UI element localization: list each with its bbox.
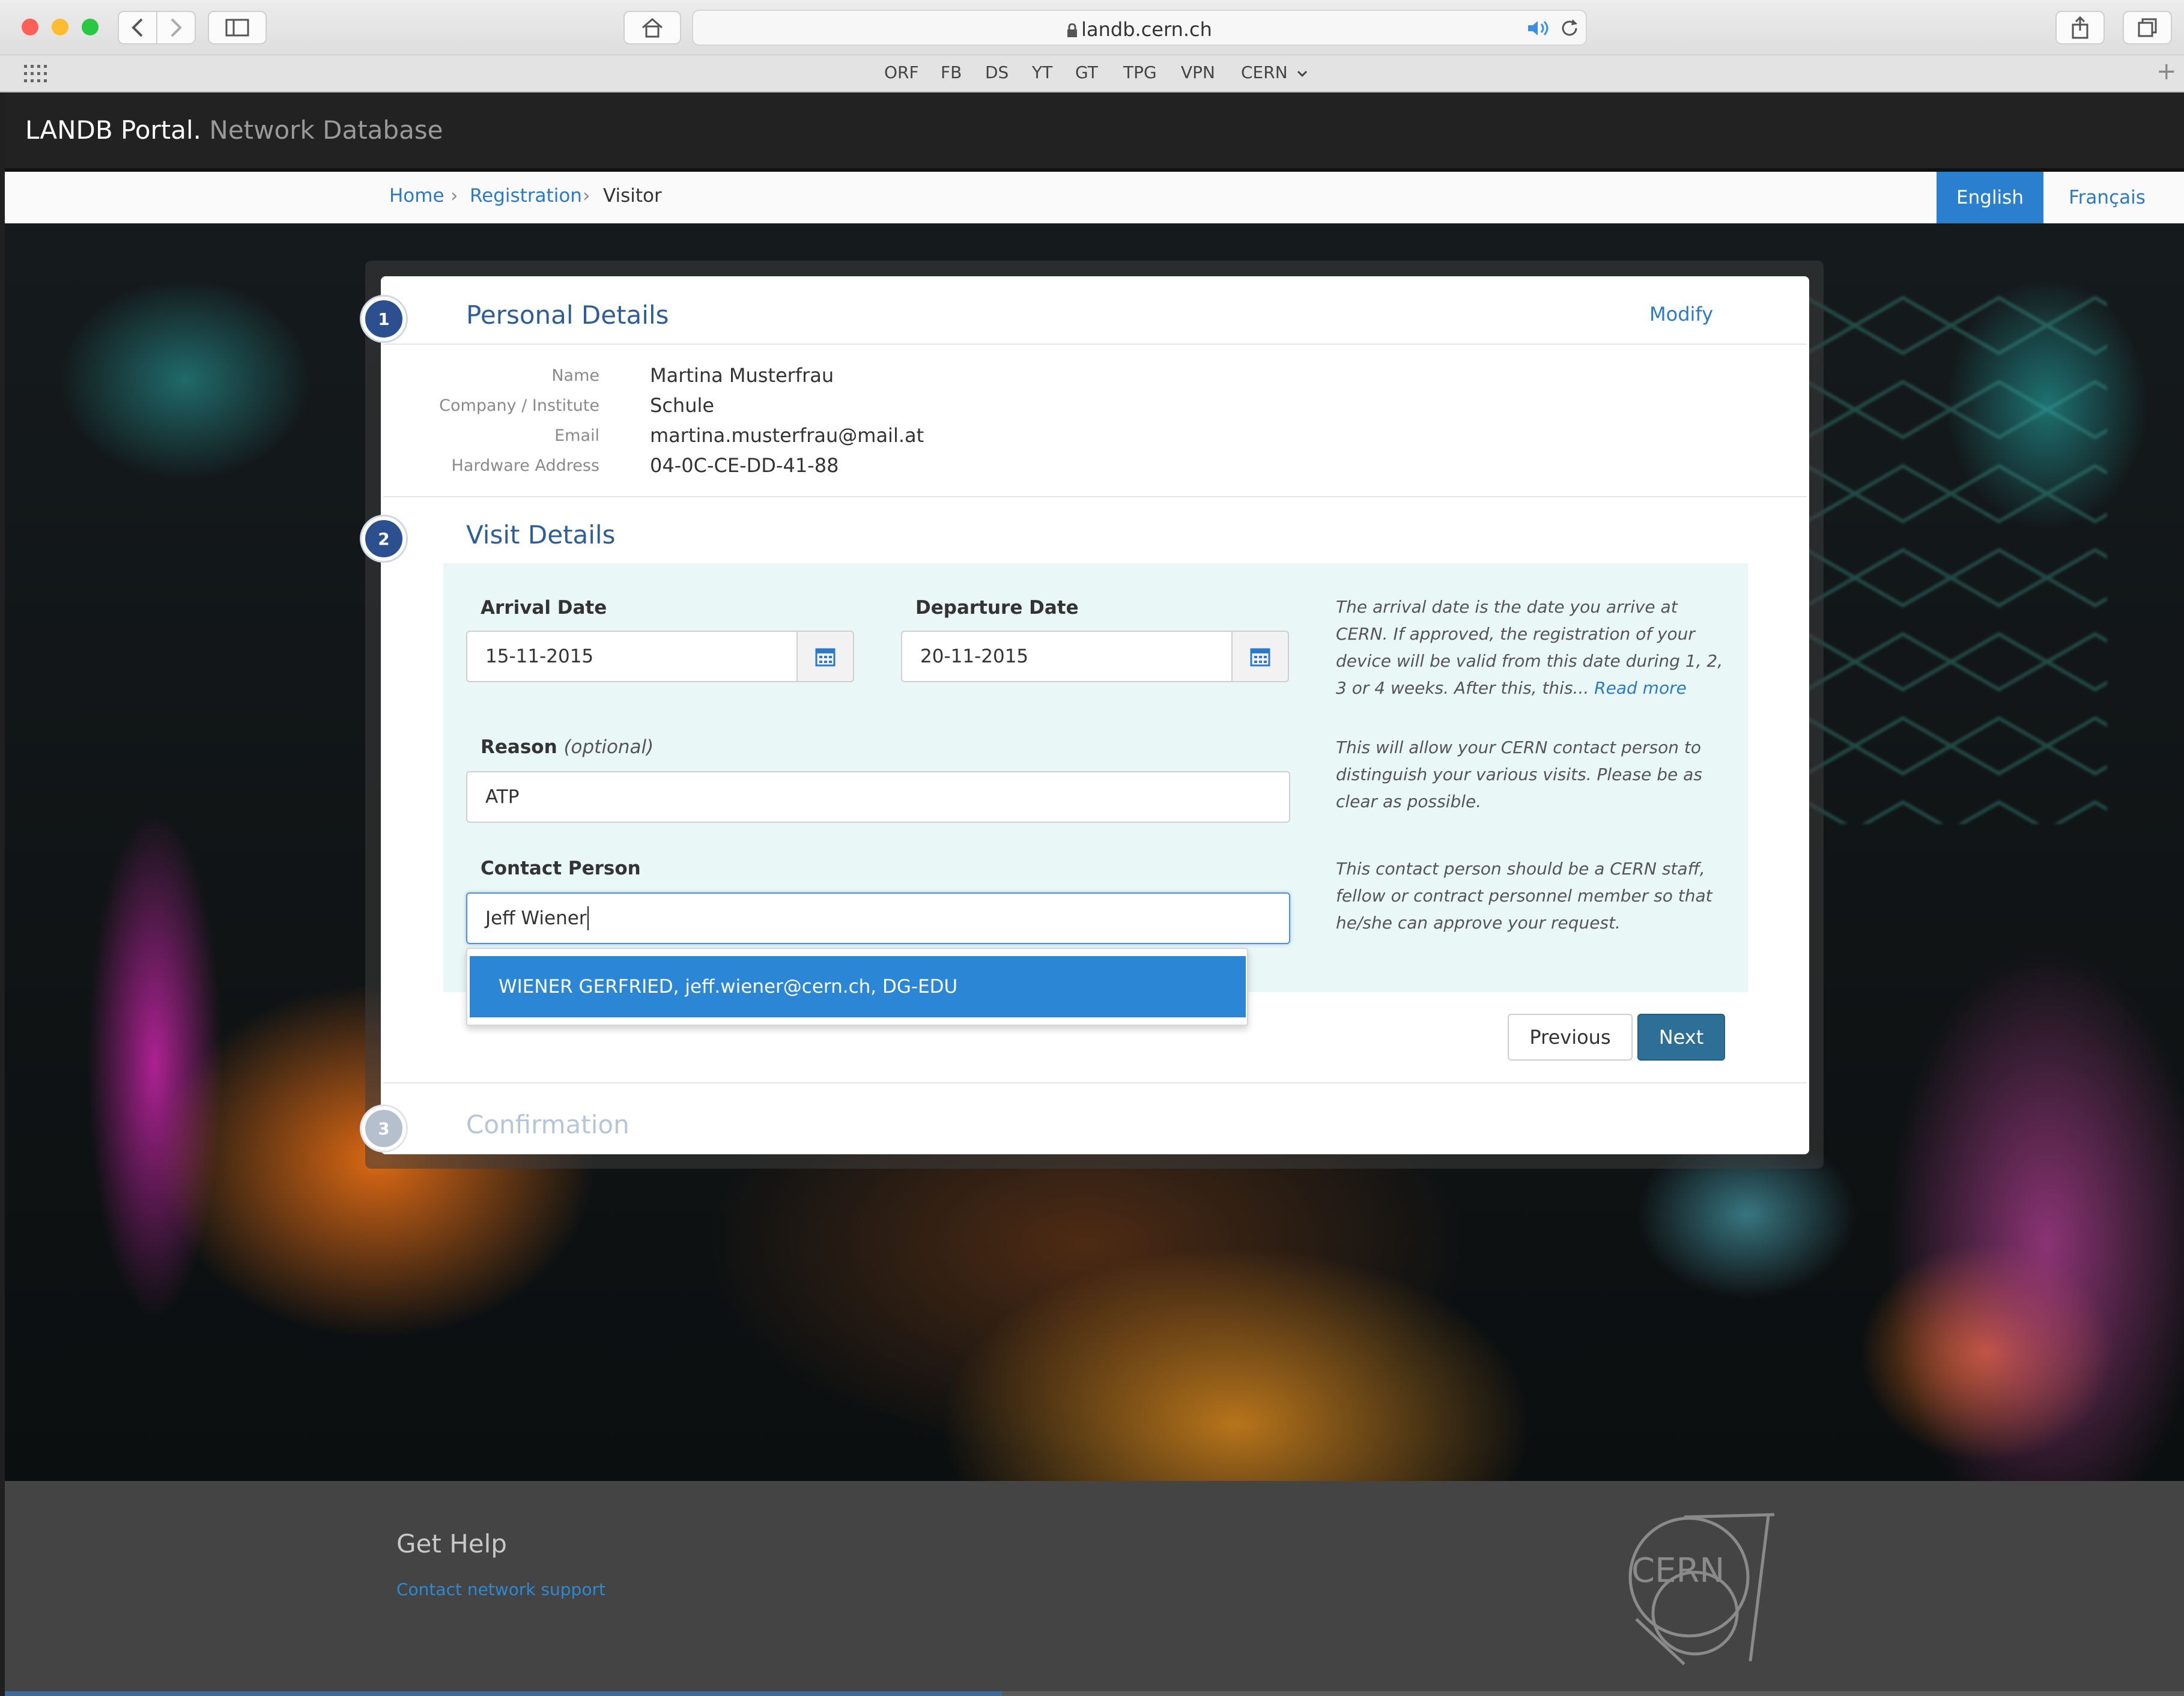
bookmark-tpg[interactable]: TPG	[1123, 62, 1157, 82]
reason-label: Reason (optional)	[481, 736, 654, 758]
language-english-button[interactable]: English	[1937, 172, 2043, 223]
hardware-address-label: Hardware Address	[451, 456, 599, 475]
close-window-button[interactable]	[22, 19, 38, 35]
minimize-window-button[interactable]	[52, 19, 68, 35]
calendar-icon	[1250, 648, 1270, 667]
contact-person-hint: This contact person should be a CERN sta…	[1336, 859, 1712, 933]
cern-logo-text: CERN	[1631, 1551, 1724, 1590]
departure-date-label: Departure Date	[915, 597, 1079, 619]
visit-details-title: Visit Details	[466, 520, 616, 550]
contact-suggestions-dropdown: WIENER GERFRIED, jeff.wiener@cern.ch, DG…	[466, 948, 1248, 1026]
step-3-indicator: 3	[362, 1106, 406, 1151]
bookmark-cern-folder[interactable]: CERN	[1241, 62, 1308, 82]
home-button[interactable]	[623, 11, 681, 44]
brand-subtitle: Network Database	[209, 115, 443, 145]
reason-input[interactable]: ATP	[466, 771, 1290, 823]
new-tab-plus-icon[interactable]: +	[2156, 58, 2177, 85]
divider	[383, 344, 1807, 345]
breadcrumb-home[interactable]: Home	[389, 185, 444, 207]
bookmark-cern-label: CERN	[1241, 62, 1288, 82]
url-text: landb.cern.ch	[1081, 18, 1212, 41]
text-cursor	[587, 906, 589, 930]
departure-calendar-button[interactable]	[1231, 631, 1289, 682]
browser-toolbar: landb.cern.ch	[0, 0, 2184, 55]
read-more-link[interactable]: Read more	[1594, 678, 1687, 698]
apps-grid-icon[interactable]	[24, 65, 47, 83]
company-label: Company / Institute	[439, 396, 599, 415]
next-button[interactable]: Next	[1637, 1014, 1725, 1061]
reason-label-text: Reason	[481, 736, 557, 758]
personal-details-title: Personal Details	[466, 300, 669, 330]
breadcrumb-current: Visitor	[603, 185, 662, 207]
step-2-indicator: 2	[362, 516, 406, 561]
email-value: martina.musterfrau@mail.at	[650, 424, 924, 447]
footer: Get Help Contact network support CERN	[5, 1481, 2184, 1696]
contact-person-value: Jeff Wiener	[485, 907, 587, 929]
bookmark-ds[interactable]: DS	[985, 62, 1009, 82]
reason-optional-text: (optional)	[563, 736, 654, 758]
chevron-right-icon	[171, 18, 182, 37]
reason-hint: This will allow your CERN contact person…	[1336, 737, 1702, 811]
calendar-icon	[815, 648, 836, 667]
sidebar-icon	[225, 19, 249, 37]
forward-button[interactable]	[156, 11, 196, 44]
contact-support-link[interactable]: Contact network support	[396, 1579, 605, 1599]
name-label: Name	[551, 366, 599, 385]
contact-suggestion-item[interactable]: WIENER GERFRIED, jeff.wiener@cern.ch, DG…	[470, 956, 1246, 1017]
bookmarks-bar: ORF FB DS YT GT TPG VPN CERN +	[0, 55, 2184, 92]
contact-person-label: Contact Person	[481, 858, 641, 879]
language-french-button[interactable]: Français	[2053, 172, 2161, 223]
lock-icon	[1067, 23, 1078, 37]
breadcrumb-separator-icon: ›	[583, 185, 590, 207]
hardware-address-value: 04-0C-CE-DD-41-88	[650, 454, 839, 477]
divider	[383, 496, 1807, 497]
chevron-left-icon	[132, 18, 143, 37]
home-icon	[642, 18, 663, 38]
bookmark-orf[interactable]: ORF	[884, 62, 919, 82]
brand-title: LANDB Portal.	[25, 115, 202, 145]
step-1-indicator: 1	[362, 297, 406, 341]
arrival-date-hint: The arrival date is the date you arrive …	[1336, 593, 1732, 701]
breadcrumb-separator-icon: ›	[450, 185, 458, 207]
sidebar-toggle-button[interactable]	[208, 11, 267, 44]
arrival-date-input[interactable]: 15-11-2015	[466, 631, 799, 682]
tabs-icon	[2138, 18, 2157, 37]
breadcrumb-registration[interactable]: Registration	[470, 185, 582, 207]
tabs-overview-button[interactable]	[2123, 11, 2172, 44]
audio-icon[interactable]	[1527, 19, 1551, 37]
arrival-calendar-button[interactable]	[796, 631, 854, 682]
bookmark-fb[interactable]: FB	[941, 62, 962, 82]
share-icon	[2072, 16, 2088, 39]
address-bar[interactable]: landb.cern.ch	[692, 10, 1587, 46]
loading-progress-bar	[5, 1691, 1002, 1696]
name-value: Martina Musterfrau	[650, 364, 834, 387]
departure-date-input[interactable]: 20-11-2015	[901, 631, 1234, 682]
zoom-window-button[interactable]	[82, 19, 99, 35]
bookmark-gt[interactable]: GT	[1075, 62, 1098, 82]
back-button[interactable]	[118, 11, 157, 44]
company-value: Schule	[650, 394, 715, 417]
site-header: LANDB Portal. Network Database	[5, 92, 2184, 172]
modify-link[interactable]: Modify	[1649, 303, 1713, 326]
confirmation-title: Confirmation	[466, 1110, 629, 1139]
bookmark-yt[interactable]: YT	[1032, 62, 1052, 82]
email-label: Email	[554, 426, 599, 445]
divider	[383, 1082, 1807, 1083]
previous-button[interactable]: Previous	[1508, 1014, 1633, 1061]
breadcrumb: Home › Registration › Visitor English Fr…	[5, 172, 2184, 223]
bookmark-vpn[interactable]: VPN	[1181, 62, 1215, 82]
contact-person-input[interactable]: Jeff Wiener	[466, 892, 1290, 944]
cern-logo-icon: CERN	[1628, 1513, 1775, 1665]
footer-title: Get Help	[396, 1529, 507, 1558]
arrival-date-label: Arrival Date	[481, 597, 607, 619]
reload-icon[interactable]	[1559, 18, 1580, 38]
site-brand[interactable]: LANDB Portal. Network Database	[25, 115, 443, 145]
share-button[interactable]	[2055, 11, 2105, 44]
chevron-down-icon	[1297, 70, 1307, 77]
